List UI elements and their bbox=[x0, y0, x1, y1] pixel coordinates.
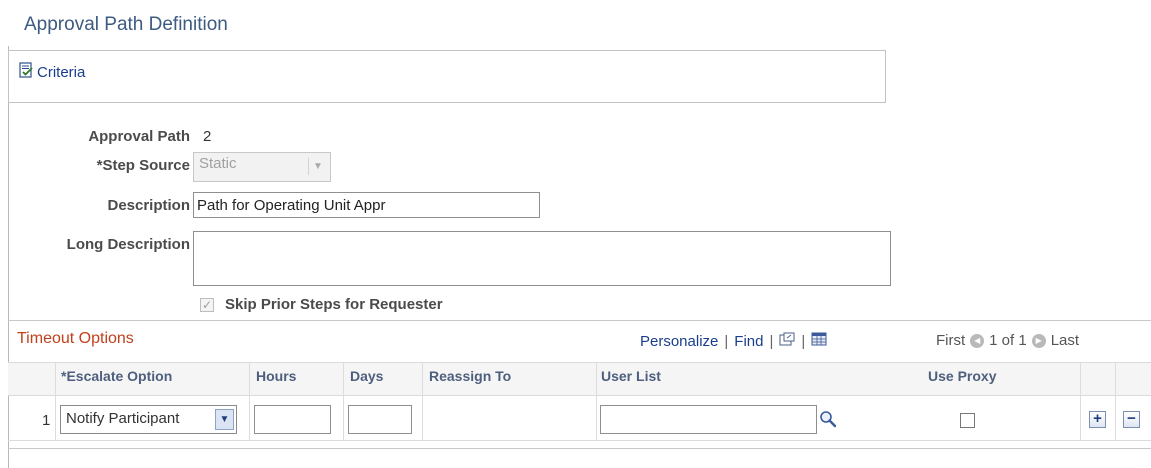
use-proxy-checkbox[interactable] bbox=[960, 413, 975, 428]
page-title: Approval Path Definition bbox=[24, 14, 228, 35]
minus-icon[interactable]: − bbox=[1123, 411, 1140, 428]
step-source-label: *Step Source bbox=[96, 157, 190, 174]
long-description-textarea[interactable] bbox=[193, 231, 891, 286]
first-link: First bbox=[936, 332, 966, 349]
escalate-option-value: Notify Participant bbox=[66, 410, 180, 427]
row-range: 1 of 1 bbox=[989, 332, 1027, 349]
step-source-select[interactable]: Static ▼ bbox=[193, 152, 331, 182]
previous-icon: ◀ bbox=[970, 333, 985, 348]
criteria-label: Criteria bbox=[37, 63, 86, 81]
column-divider bbox=[1080, 362, 1081, 440]
column-header-use-proxy: Use Proxy bbox=[928, 368, 997, 384]
row-divider bbox=[8, 440, 1151, 441]
step-source-value: Static bbox=[199, 155, 237, 172]
column-header-user-list: User List bbox=[601, 368, 661, 384]
personalize-link[interactable]: Personalize bbox=[640, 333, 718, 350]
approval-path-value: 2 bbox=[203, 128, 212, 145]
document-check-icon bbox=[19, 62, 34, 82]
chevron-down-icon: ▼ bbox=[308, 158, 327, 175]
last-link: Last bbox=[1050, 332, 1080, 349]
column-header-reassign-to: Reassign To bbox=[429, 368, 512, 384]
description-input[interactable] bbox=[193, 192, 540, 218]
grid-title: Timeout Options bbox=[17, 330, 134, 347]
column-divider bbox=[343, 362, 344, 440]
skip-prior-label: Skip Prior Steps for Requester bbox=[225, 296, 443, 313]
description-label: Description bbox=[107, 197, 190, 214]
column-divider bbox=[55, 362, 56, 440]
chevron-down-icon: ▼ bbox=[215, 409, 234, 430]
plus-icon[interactable]: + bbox=[1089, 411, 1106, 428]
column-divider bbox=[1115, 362, 1116, 440]
separator: | bbox=[801, 332, 806, 350]
column-divider bbox=[249, 362, 250, 440]
next-icon: ▶ bbox=[1031, 333, 1046, 348]
days-input[interactable] bbox=[348, 405, 412, 434]
hours-input[interactable] bbox=[254, 405, 331, 434]
find-link[interactable]: Find bbox=[734, 333, 763, 350]
criteria-panel: Criteria bbox=[8, 50, 886, 103]
separator: | bbox=[769, 332, 774, 350]
user-list-input[interactable] bbox=[600, 405, 817, 434]
row-number: 1 bbox=[42, 412, 51, 429]
grid-toolbar: Personalize | Find | | bbox=[640, 332, 827, 350]
long-description-label: Long Description bbox=[66, 236, 190, 253]
magnifier-icon[interactable] bbox=[819, 410, 837, 432]
separator: | bbox=[724, 332, 729, 350]
new-window-icon[interactable] bbox=[779, 332, 795, 350]
column-header-days: Days bbox=[350, 368, 384, 384]
approval-path-label: Approval Path bbox=[88, 128, 190, 145]
grid-pagination: First ◀ 1 of 1 ▶ Last bbox=[936, 332, 1079, 349]
column-divider bbox=[422, 362, 423, 440]
spreadsheet-icon[interactable] bbox=[811, 332, 827, 350]
escalate-option-select[interactable]: Notify Participant ▼ bbox=[60, 405, 237, 434]
column-header-hours: Hours bbox=[256, 368, 297, 384]
column-header-escalate-option: *Escalate Option bbox=[61, 368, 173, 384]
skip-prior-checkbox[interactable]: ✓ bbox=[200, 298, 214, 312]
criteria-link[interactable]: Criteria bbox=[19, 62, 85, 82]
column-divider bbox=[596, 362, 597, 440]
